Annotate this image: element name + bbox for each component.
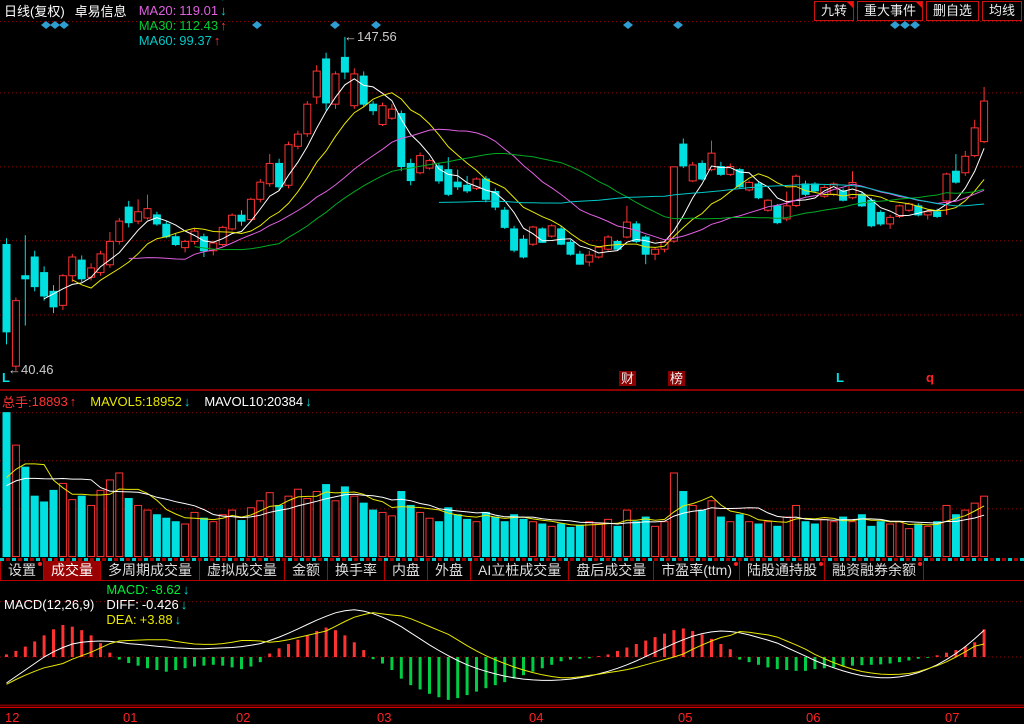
vol-item: 总手:18893↑	[2, 392, 76, 411]
signal-diamond-icon	[41, 21, 51, 29]
arrow-down-icon: ↓	[220, 3, 227, 18]
new-badge-dot-icon	[734, 562, 738, 566]
signal-diamond-icon	[623, 21, 633, 29]
header-buttons: 九转重大事件删自选均线	[814, 1, 1022, 21]
arrow-up-icon: ↑	[70, 394, 77, 409]
arrow-up-icon: ↑	[220, 18, 227, 33]
signal-diamond-icon	[371, 21, 381, 29]
signal-diamond-icon	[673, 21, 683, 29]
arrow-down-icon: ↓	[175, 612, 182, 627]
vol-label: MAVOL10:	[204, 394, 267, 409]
signal-diamond-icon	[330, 21, 340, 29]
ma-item: MA30:112.43↑	[139, 18, 227, 33]
tab-融资融券余额[interactable]: 融资融券余额	[825, 561, 924, 580]
new-badge-dot-icon	[918, 562, 922, 566]
macd-label: DIFF:	[106, 597, 139, 612]
volume-header: 总手:18893↑MAVOL5:18952↓MAVOL10:20384↓	[2, 392, 326, 411]
month-label: 07	[945, 710, 959, 724]
toolbar-button[interactable]: 删自选	[926, 1, 979, 21]
indicator-tab-bar: 设置成交量多周期成交量虚拟成交量金额换手率内盘外盘AI立桩成交量盘后成交量市盈率…	[0, 558, 1024, 581]
ma-value: 99.37	[179, 33, 212, 48]
new-badge-dot-icon	[819, 562, 823, 566]
vol-item: MAVOL10:20384↓	[204, 394, 311, 409]
arrow-down-icon: ↓	[184, 394, 191, 409]
signal-diamond-icon	[252, 21, 262, 29]
macd-value: -8.62	[151, 582, 181, 597]
macd-item: DIFF:-0.426↓	[106, 597, 189, 612]
ma-item: MA20:119.01↓	[139, 3, 227, 18]
ma-value: 112.43	[179, 18, 218, 33]
month-label: 06	[806, 710, 820, 724]
toolbar-button[interactable]: 重大事件	[857, 1, 923, 21]
arrow-down-icon: ↓	[305, 394, 312, 409]
vol-label: MAVOL5:	[90, 394, 145, 409]
macd-header: MACD(12,26,9) MACD:-8.62↓DIFF:-0.426↓DEA…	[4, 582, 189, 627]
tab-外盘[interactable]: 外盘	[428, 561, 471, 580]
month-label: 05	[678, 710, 692, 724]
macd-item: DEA: +3.88↓	[106, 612, 189, 627]
macd-value: -0.426	[142, 597, 179, 612]
period-label[interactable]: 日线(复权)	[4, 1, 65, 20]
arrow-down-icon: ↓	[183, 582, 190, 597]
ma-item: MA60:99.37↑	[139, 33, 227, 48]
tab-金额[interactable]: 金额	[285, 561, 328, 580]
ma-label: MA30:	[139, 18, 177, 33]
vol-value: 18952	[146, 394, 182, 409]
month-label: 12	[5, 710, 19, 724]
vol-value: 18893	[32, 394, 68, 409]
tab-内盘[interactable]: 内盘	[385, 561, 428, 580]
macd-label: MACD:	[106, 582, 148, 597]
tab-AI立桩成交量[interactable]: AI立桩成交量	[471, 561, 569, 580]
ma-label: MA20:	[139, 3, 177, 18]
trading-app-window: 日线(复权) 卓易信息 MA5:102.11↓MA10:111.86↓MA20:…	[0, 0, 1024, 724]
vol-value: 20384	[267, 394, 303, 409]
macd-param-label: MACD(12,26,9)	[4, 597, 94, 612]
arrow-up-icon: ↑	[214, 33, 221, 48]
ma-value: 119.01	[179, 3, 218, 18]
signal-diamond-icon	[900, 21, 910, 29]
macd-value: +3.88	[140, 612, 173, 627]
tab-成交量[interactable]: 成交量	[44, 561, 101, 580]
fold-corner-icon	[916, 2, 922, 8]
signal-diamond-icon	[890, 21, 900, 29]
month-label: 01	[123, 710, 137, 724]
macd-values-row: MACD:-8.62↓DIFF:-0.426↓DEA:+3.88↓	[94, 582, 189, 627]
ma-values-row: MA5:102.11↓MA10:111.86↓MA20:119.01↓MA30:…	[127, 0, 227, 48]
tab-盘后成交量[interactable]: 盘后成交量	[569, 561, 654, 580]
signal-diamond-icon	[50, 21, 60, 29]
month-label: 02	[236, 710, 250, 724]
tab-设置[interactable]: 设置	[0, 561, 44, 580]
tab-多周期成交量[interactable]: 多周期成交量	[101, 561, 200, 580]
tab-换手率[interactable]: 换手率	[328, 561, 385, 580]
arrow-down-icon: ↓	[181, 597, 188, 612]
month-label: 03	[377, 710, 391, 724]
stock-name[interactable]: 卓易信息	[75, 1, 127, 20]
tab-陆股通持股[interactable]: 陆股通持股	[740, 561, 825, 580]
vol-label: 总手:	[2, 392, 32, 411]
time-axis[interactable]: 12 01 02 03 04 05 06 07	[0, 707, 1024, 724]
signal-diamond-icon	[59, 21, 69, 29]
macd-item: MACD:-8.62↓	[106, 582, 189, 597]
indicator-tabs: 设置成交量多周期成交量虚拟成交量金额换手率内盘外盘AI立桩成交量盘后成交量市盈率…	[0, 561, 1024, 581]
toolbar-button[interactable]: 九转	[814, 1, 854, 21]
ma-label: MA60:	[139, 33, 177, 48]
signal-diamond-icon	[910, 21, 920, 29]
tab-市盈率(ttm)[interactable]: 市盈率(ttm)	[654, 561, 740, 580]
fold-corner-icon	[847, 2, 853, 8]
vol-item: MAVOL5:18952↓	[90, 394, 190, 409]
tab-虚拟成交量[interactable]: 虚拟成交量	[200, 561, 285, 580]
macd-label: DEA:	[106, 612, 136, 627]
toolbar-button[interactable]: 均线	[982, 1, 1022, 21]
month-label: 04	[529, 710, 543, 724]
new-badge-dot-icon	[38, 562, 42, 566]
